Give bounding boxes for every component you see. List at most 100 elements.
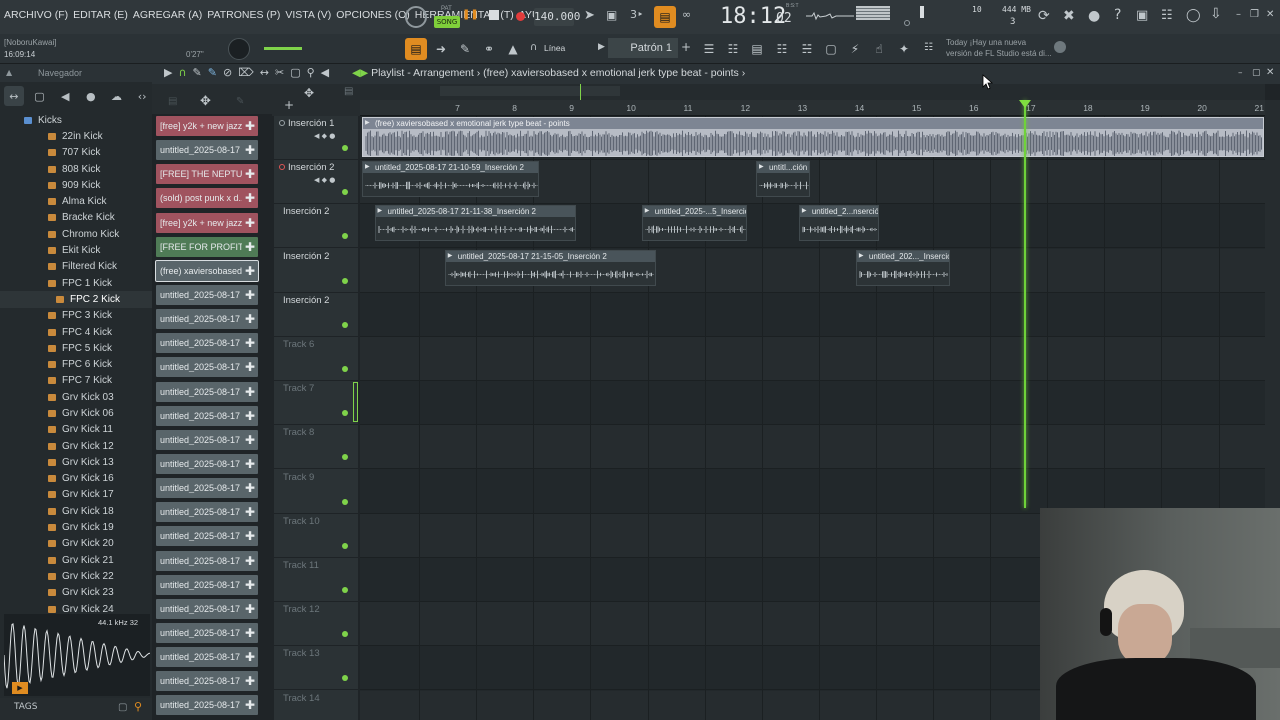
track-enable-icon[interactable] [342,542,348,549]
paint-tool-icon[interactable]: ✎ [208,66,217,79]
channel-button[interactable]: untitled_2025-08-17 21...✚ [156,405,258,426]
playhead[interactable] [1024,100,1027,508]
close-icon[interactable]: ✕ [1266,9,1274,20]
browser-item[interactable]: Grv Kick 22 [0,568,152,584]
loop-record-icon[interactable]: ▤ [654,6,676,28]
browser-item[interactable]: Grv Kick 16 [0,471,152,487]
track-header[interactable]: Track 13 [274,646,358,691]
playlist-icon[interactable]: ☰ [698,38,720,60]
channel-move-icon[interactable]: ✚ [242,360,258,374]
preview-play-icon[interactable]: ▶ [12,682,28,694]
menu-editar[interactable]: EDITAR (E) [73,9,128,21]
channel-move-icon[interactable]: ✚ [242,240,258,254]
browser-cloud-icon[interactable]: ☁ [107,86,127,106]
plug-icon[interactable]: ⚡ [844,38,866,60]
playlist-view-icon[interactable]: ▤ [405,38,427,60]
browser-item[interactable]: FPC 3 Kick [0,308,152,324]
channel-button[interactable]: untitled_2025-08-17 21...✚ [156,671,258,692]
mixer-icon[interactable]: ☷ [771,38,793,60]
download-icon[interactable]: ⇩ [1210,6,1222,22]
touch-icon[interactable]: ☝ [868,38,890,60]
overview-window[interactable] [440,86,620,96]
channel-button[interactable]: [FREE] THE NEPTUNE...✚ [156,164,258,185]
news-globe-icon[interactable] [1054,41,1066,53]
channel-move-icon[interactable]: ✚ [242,698,258,712]
browser-item[interactable]: Grv Kick 23 [0,585,152,601]
menu-opciones[interactable]: OPCIONES (O) [336,9,410,21]
channel-move-icon[interactable]: ✚ [242,674,258,688]
track-controls-icon[interactable]: ◀ ◆ ● [314,132,335,140]
playlist-maximize-icon[interactable]: ▢ [1252,68,1261,78]
channel-move-icon[interactable]: ✚ [242,143,258,157]
track-enable-icon[interactable] [342,233,348,240]
play-button[interactable]: ❚❚ [462,9,480,25]
playlist-magnet-icon[interactable]: ∩ [178,66,186,79]
channel-button[interactable]: untitled_2025-08-17 21...✚ [156,357,258,378]
menu-vista[interactable]: VISTA (V) [285,9,331,21]
loop-marker[interactable] [353,382,358,422]
channel-move-icon[interactable]: ✚ [242,288,258,302]
master-pitch-icon[interactable] [904,20,910,26]
browser-item[interactable]: Grv Kick 19 [0,519,152,535]
channel-move-icon[interactable]: ✚ [242,167,258,181]
channel-grid-icon[interactable]: ▤ [168,96,177,107]
browser-item[interactable]: Grv Kick 17 [0,487,152,503]
track-enable-icon[interactable] [342,631,348,638]
channel-button[interactable]: untitled_2025-08-17 21...✚ [156,333,258,354]
snap-selector[interactable]: Línea [544,43,565,53]
playlist-menu-icon[interactable]: ▶ [164,66,172,79]
track-header[interactable]: Track 12 [274,602,358,647]
browser-item[interactable]: Bracke Kick [0,210,152,226]
pattern-clip[interactable]: untitled_2025-08-17 21-15-05_Inserción 2 [444,249,657,286]
browser-item[interactable]: FPC 4 Kick [0,324,152,340]
channel-button[interactable]: untitled_2025-08-17 21...✚ [156,598,258,619]
track-enable-icon[interactable] [342,366,348,372]
channel-move-icon[interactable]: ✚ [242,119,258,133]
stop-button[interactable] [489,10,499,20]
pat-song-toggle[interactable] [405,6,427,28]
menu-archivo[interactable]: ARCHIVO (F) [4,9,68,21]
browser-item[interactable]: FPC 7 Kick [0,373,152,389]
track-grid-icon[interactable]: ▤ [344,86,353,97]
browser-back-icon[interactable]: ◀ [55,86,75,106]
pat-mode-label[interactable]: PAT [441,6,452,12]
save-icon[interactable]: ▣ [1136,8,1148,23]
browser-item[interactable]: FPC 2 Kick [0,291,152,308]
browser-item[interactable]: Grv Kick 20 [0,536,152,552]
channel-move-icon[interactable]: ✚ [242,529,258,543]
channel-rack-icon[interactable]: ☷ [722,38,744,60]
arrow-right-icon[interactable]: ➜ [430,38,452,60]
browser-tree-icon[interactable]: ☵ [796,38,818,60]
channel-move-icon[interactable]: ✚ [242,433,258,447]
link-icon[interactable]: ⚭ [478,38,500,60]
playback-tool-icon[interactable]: ◀ [321,66,329,79]
file-icon[interactable]: ▢ [820,38,842,60]
channel-button[interactable]: untitled_2025-08-17 20...✚ [156,140,258,161]
track-header[interactable]: Track 6 [274,337,358,381]
track-lane[interactable] [360,293,1265,337]
channel-button[interactable]: untitled_2025-08-17 21...✚ [156,284,258,305]
browser-item[interactable]: Grv Kick 13 [0,454,152,470]
channel-move-icon[interactable]: ✚ [242,216,258,230]
sync-icon[interactable]: ⟳ [1038,8,1050,24]
song-mode-label[interactable]: SONG [434,16,460,28]
plugin-icon[interactable]: ☷ [1161,8,1173,23]
browser-menu-icon[interactable]: ▲ [6,68,12,77]
channel-button[interactable]: untitled_2025-08-17 21...✚ [156,429,258,450]
track-enable-icon[interactable] [342,277,348,284]
track-lane[interactable] [360,470,1265,514]
channel-button[interactable]: [free] y2k + new jazz... ✚ [156,212,258,233]
track-enable-icon[interactable] [342,675,348,682]
wand-icon[interactable]: ✦ [893,38,915,60]
browser-plugin-icon[interactable]: ● [81,86,101,106]
channel-button[interactable]: untitled_2025-08-17 21...✚ [156,550,258,571]
channel-move-icon[interactable]: ✚ [242,554,258,568]
channel-move-icon[interactable]: ✚ [242,650,258,664]
track-enable-icon[interactable] [342,321,348,328]
pattern-clip[interactable]: untitled_2025-...5_Inserción 2 [641,205,748,242]
stamp-icon[interactable]: ▲ [502,38,524,60]
metronome-icon[interactable]: ➤ [584,8,595,23]
draw-tool-icon[interactable]: ✎ [193,66,202,79]
timeline-ruler[interactable]: 78910111213141516171819202122 [360,100,1265,116]
channel-move-icon[interactable]: ✚ [242,264,258,278]
